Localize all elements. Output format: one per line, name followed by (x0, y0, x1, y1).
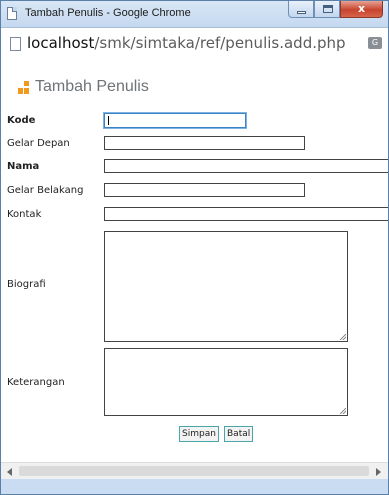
gelar-belakang-input[interactable] (104, 183, 305, 197)
label-kontak: Kontak (7, 209, 42, 220)
close-button[interactable]: x (340, 1, 383, 18)
window-title: Tambah Penulis - Google Chrome (25, 7, 191, 19)
resize-handle-icon[interactable] (340, 408, 346, 414)
page-title: Tambah Penulis (35, 78, 149, 95)
nama-input[interactable] (104, 159, 388, 173)
page-icon (7, 7, 17, 20)
scrollbar-thumb[interactable] (19, 466, 369, 476)
url-host: localhost (27, 34, 95, 52)
cancel-button[interactable]: Batal (224, 426, 254, 442)
scroll-left-icon[interactable] (7, 468, 12, 476)
browser-window: Tambah Penulis - Google Chrome x localho… (0, 0, 389, 495)
kontak-input[interactable] (104, 207, 388, 221)
maximize-button[interactable] (314, 1, 340, 18)
text-caret (108, 116, 109, 125)
label-biografi: Biografi (7, 279, 46, 290)
window-bottom-frame (1, 479, 388, 494)
label-gelar-depan: Gelar Depan (7, 138, 70, 149)
label-gelar-belakang: Gelar Belakang (7, 185, 84, 196)
page-icon (10, 37, 21, 51)
url-text[interactable]: localhost/smk/simtaka/ref/penulis.add.ph… (27, 34, 346, 52)
url-path: /smk/simtaka/ref/penulis.add.php (94, 34, 346, 52)
kode-input[interactable] (104, 113, 246, 128)
gelar-depan-input[interactable] (104, 136, 305, 150)
title-bar[interactable]: Tambah Penulis - Google Chrome x (1, 1, 388, 27)
horizontal-scrollbar[interactable] (1, 462, 388, 480)
address-bar[interactable]: localhost/smk/simtaka/ref/penulis.add.ph… (1, 27, 388, 59)
label-keterangan: Keterangan (7, 377, 65, 388)
label-kode: Kode (7, 115, 36, 126)
save-button[interactable]: Simpan (179, 426, 219, 442)
scroll-right-icon[interactable] (376, 468, 381, 476)
page-content: Tambah Penulis Kode Gelar Depan Nama Gel… (1, 58, 388, 462)
biografi-textarea[interactable] (104, 231, 348, 342)
app-logo-icon (18, 80, 29, 94)
keterangan-textarea[interactable] (104, 348, 348, 416)
label-nama: Nama (7, 161, 40, 172)
maximize-icon (323, 5, 333, 13)
minimize-button[interactable] (288, 1, 314, 18)
resize-handle-icon[interactable] (340, 334, 346, 340)
minimize-icon (297, 11, 306, 14)
translate-icon[interactable]: G (368, 37, 382, 49)
page-heading: Tambah Penulis (18, 78, 149, 96)
window-controls: x (288, 1, 383, 20)
close-icon: x (357, 2, 366, 15)
